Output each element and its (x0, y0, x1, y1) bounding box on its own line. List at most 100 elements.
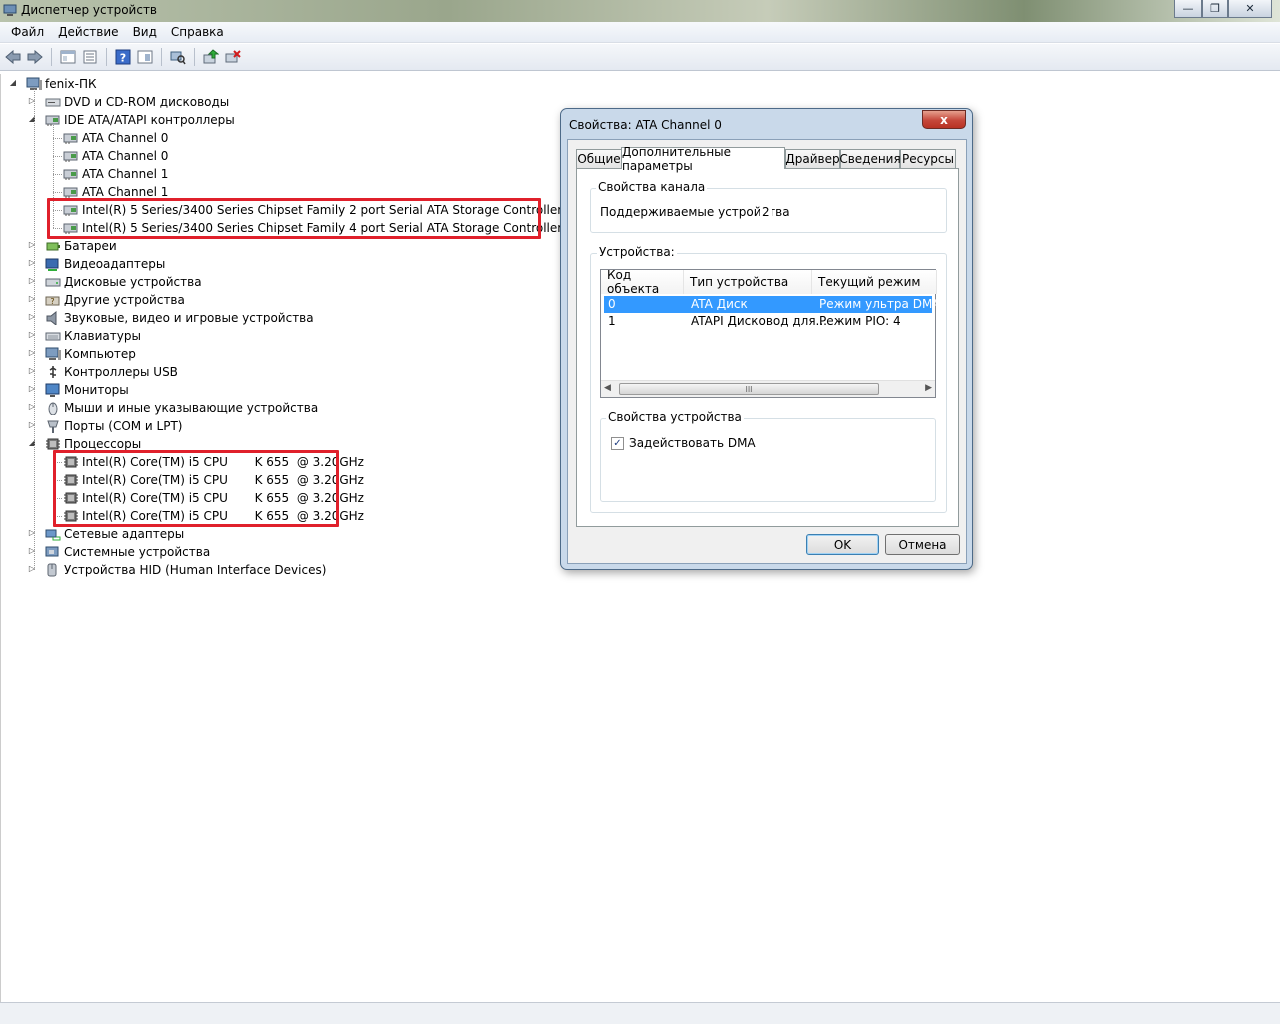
speaker-icon (46, 311, 57, 325)
row-type: ATAPI Дисковод для... (691, 314, 827, 328)
system-devices-icon (45, 546, 59, 557)
tree-category[interactable]: Мыши и иные указывающие устройства (45, 399, 318, 417)
expand-arrow-icon[interactable]: ▷ (27, 240, 37, 249)
properties-icon[interactable] (136, 48, 154, 66)
tree-category[interactable]: DVD и CD-ROM дисководы (45, 93, 229, 111)
tree-item-label: Другие устройства (64, 293, 185, 307)
tree-category[interactable]: Видеоадаптеры (45, 255, 165, 273)
collapse-arrow-icon[interactable]: ◢ (27, 114, 37, 123)
tree-category[interactable]: Мониторы (45, 381, 129, 399)
maximize-button[interactable]: ❐ (1202, 0, 1228, 18)
tree-category[interactable]: Батареи (45, 237, 117, 255)
scroll-left-icon[interactable]: ◀ (604, 383, 611, 393)
expand-arrow-icon[interactable]: ▷ (27, 276, 37, 285)
collapse-arrow-icon[interactable]: ◢ (8, 78, 18, 87)
help-icon[interactable]: ? (114, 48, 132, 66)
expand-arrow-icon[interactable]: ▷ (27, 258, 37, 267)
expand-arrow-icon[interactable]: ▷ (27, 564, 37, 573)
column-header[interactable]: Текущий режим (812, 270, 937, 294)
svg-text:?: ? (50, 297, 54, 306)
tab-driver[interactable]: Драйвер (785, 149, 840, 168)
tab-advanced[interactable]: Дополнительные параметры (621, 145, 785, 173)
toolbar-separator (106, 48, 107, 66)
horizontal-scrollbar[interactable]: ◀ ▶ III (601, 380, 935, 397)
tree-category[interactable]: Компьютер (45, 345, 136, 363)
update-driver-icon[interactable] (202, 48, 220, 66)
tree-device[interactable]: ATA Channel 0 (63, 129, 168, 147)
tree-category[interactable]: Дисковые устройства (45, 273, 202, 291)
tree-category[interactable]: Контроллеры USB (45, 363, 178, 381)
ide-controller-icon (63, 187, 78, 198)
ide-controller-icon (63, 133, 78, 144)
tree-item-label: Батареи (64, 239, 117, 253)
devices-list[interactable]: Код объекта Тип устройства Текущий режим 0 A… (600, 268, 956, 398)
list-row[interactable]: 1 ATAPI Дисковод для... Режим PIO: 4 (604, 313, 932, 330)
expand-arrow-icon[interactable]: ▷ (27, 96, 37, 105)
scroll-thumb[interactable]: III (619, 383, 879, 395)
row-mode: Режим ультра DMA: 5 (819, 297, 956, 311)
tree-item-label: Сетевые адаптеры (64, 527, 185, 541)
enable-dma-checkbox[interactable]: ✓ (611, 437, 624, 450)
device-manager-icon (3, 4, 17, 16)
menu-file[interactable]: Файл (4, 25, 51, 39)
expand-arrow-icon[interactable]: ▷ (27, 348, 37, 357)
column-header[interactable]: Код объекта (601, 268, 684, 296)
battery-icon (46, 242, 60, 251)
expand-arrow-icon[interactable]: ▷ (27, 294, 37, 303)
tree-category[interactable]: Системные устройства (45, 543, 210, 561)
tree-category[interactable]: ? Другие устройства (45, 291, 185, 309)
tree-category[interactable]: Звуковые, видео и игровые устройства (45, 309, 314, 327)
close-icon: ✕ (1245, 2, 1255, 15)
window-titlebar[interactable]: Диспетчер устройств — ❐ ✕ (0, 0, 1280, 22)
expand-arrow-icon[interactable]: ▷ (27, 528, 37, 537)
tab-resources[interactable]: Ресурсы (900, 149, 956, 168)
toolbar: ? (0, 44, 1280, 71)
computer-icon (45, 347, 61, 360)
tree-category[interactable]: Сетевые адаптеры (45, 525, 184, 543)
row-id: 0 (608, 297, 616, 311)
expand-arrow-icon[interactable]: ▷ (27, 546, 37, 555)
tree-item-label: ATA Channel 0 (82, 149, 169, 163)
tree-item-label: DVD и CD-ROM дисководы (64, 95, 230, 109)
dialog-close-button[interactable]: x (922, 110, 966, 129)
back-arrow-icon[interactable] (4, 48, 22, 66)
tree-connector (53, 192, 62, 193)
menu-action[interactable]: Действие (51, 25, 125, 39)
scan-hardware-icon[interactable] (169, 48, 187, 66)
row-mode: Режим PIO: 4 (819, 314, 901, 328)
tree-item-label: Системные устройства (64, 545, 211, 559)
list-row[interactable]: 0 ATA Диск Режим ультра DMA: 5 (604, 296, 956, 313)
expand-arrow-icon[interactable]: ▷ (27, 312, 37, 321)
expand-arrow-icon[interactable]: ▷ (27, 384, 37, 393)
uninstall-icon[interactable] (224, 48, 242, 66)
tree-device[interactable]: ATA Channel 0 (63, 147, 168, 165)
column-header[interactable]: Тип устройства (684, 270, 812, 294)
ok-button[interactable]: OK (806, 534, 879, 555)
menu-view[interactable]: Вид (126, 25, 164, 39)
list-icon[interactable] (81, 48, 99, 66)
expand-arrow-icon[interactable]: ▷ (27, 366, 37, 375)
expand-arrow-icon[interactable]: ▷ (27, 402, 37, 411)
cancel-button[interactable]: Отмена (885, 534, 960, 555)
close-button[interactable]: ✕ (1228, 0, 1272, 18)
tree-category[interactable]: Клавиатуры (45, 327, 141, 345)
scroll-right-icon[interactable]: ▶ (925, 383, 932, 393)
tree-category[interactable]: IDE ATA/ATAPI контроллеры (45, 111, 235, 129)
expand-arrow-icon[interactable]: ▷ (27, 420, 37, 429)
tree-category[interactable]: Устройства HID (Human Interface Devices) (45, 561, 326, 579)
tree-category[interactable]: Порты (COM и LPT) (45, 417, 182, 435)
menu-help[interactable]: Справка (164, 25, 231, 39)
forward-arrow-icon[interactable] (26, 48, 44, 66)
devices-title: Устройства: (597, 245, 677, 259)
tab-details[interactable]: Сведения (839, 149, 901, 168)
highlight-box (53, 450, 339, 527)
tree-item-label: Контроллеры USB (64, 365, 178, 379)
dialog-body: Общие Дополнительные параметры Драйвер С… (567, 139, 967, 564)
minimize-button[interactable]: — (1174, 0, 1202, 18)
tree-root[interactable]: fenix-ПК (26, 75, 97, 93)
properties-window-icon[interactable] (59, 48, 77, 66)
collapse-arrow-icon[interactable]: ◢ (27, 438, 37, 447)
tab-general[interactable]: Общие (576, 149, 622, 168)
tree-device[interactable]: ATA Channel 1 (63, 165, 168, 183)
expand-arrow-icon[interactable]: ▷ (27, 330, 37, 339)
